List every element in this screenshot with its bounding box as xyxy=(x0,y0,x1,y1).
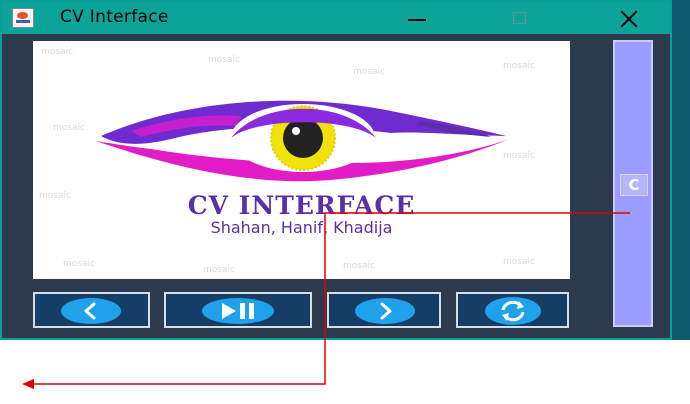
annotation-arrow xyxy=(22,212,630,389)
